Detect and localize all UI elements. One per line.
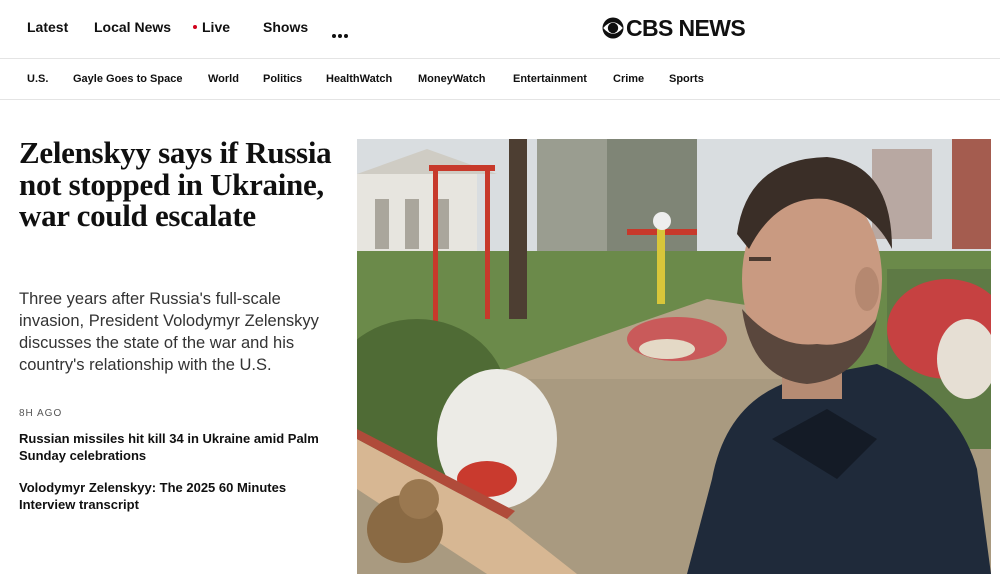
- hero-headline[interactable]: Zelenskyy says if Russia not stopped in …: [19, 137, 339, 232]
- cbs-eye-icon: [602, 17, 624, 39]
- section-healthwatch[interactable]: HealthWatch: [326, 73, 392, 85]
- section-sports[interactable]: Sports: [669, 73, 704, 85]
- hero-image[interactable]: [357, 139, 991, 574]
- section-politics[interactable]: Politics: [263, 73, 302, 85]
- section-us[interactable]: U.S.: [27, 73, 48, 85]
- logo-text: CBS NEWS: [626, 14, 746, 41]
- nav-shows[interactable]: Shows: [263, 19, 308, 35]
- top-nav-divider: [0, 58, 1000, 59]
- related-link-1[interactable]: Russian missiles hit kill 34 in Ukraine …: [19, 431, 319, 464]
- section-entertainment[interactable]: Entertainment: [513, 73, 587, 85]
- nav-live[interactable]: Live: [193, 19, 230, 35]
- live-dot-icon: [193, 25, 197, 30]
- nav-latest[interactable]: Latest: [27, 19, 68, 35]
- ellipsis-icon[interactable]: [332, 25, 350, 38]
- nav-local-news[interactable]: Local News: [94, 19, 171, 35]
- related-link-2[interactable]: Volodymyr Zelenskyy: The 2025 60 Minutes…: [19, 480, 319, 513]
- hero-dek: Three years after Russia's full-scale in…: [19, 290, 319, 374]
- section-gayle-goes-to-space[interactable]: Gayle Goes to Space: [73, 73, 182, 85]
- nav-live-label: Live: [202, 19, 231, 35]
- section-world[interactable]: World: [208, 73, 239, 85]
- cbs-news-logo[interactable]: CBS NEWS: [602, 14, 746, 41]
- hero-timestamp: 8H AGO: [19, 408, 63, 419]
- section-crime[interactable]: Crime: [613, 73, 644, 85]
- section-nav-divider: [0, 99, 1000, 100]
- top-nav: Latest Local News Live Shows CBS NEWS: [0, 0, 1000, 56]
- section-moneywatch[interactable]: MoneyWatch: [418, 73, 485, 85]
